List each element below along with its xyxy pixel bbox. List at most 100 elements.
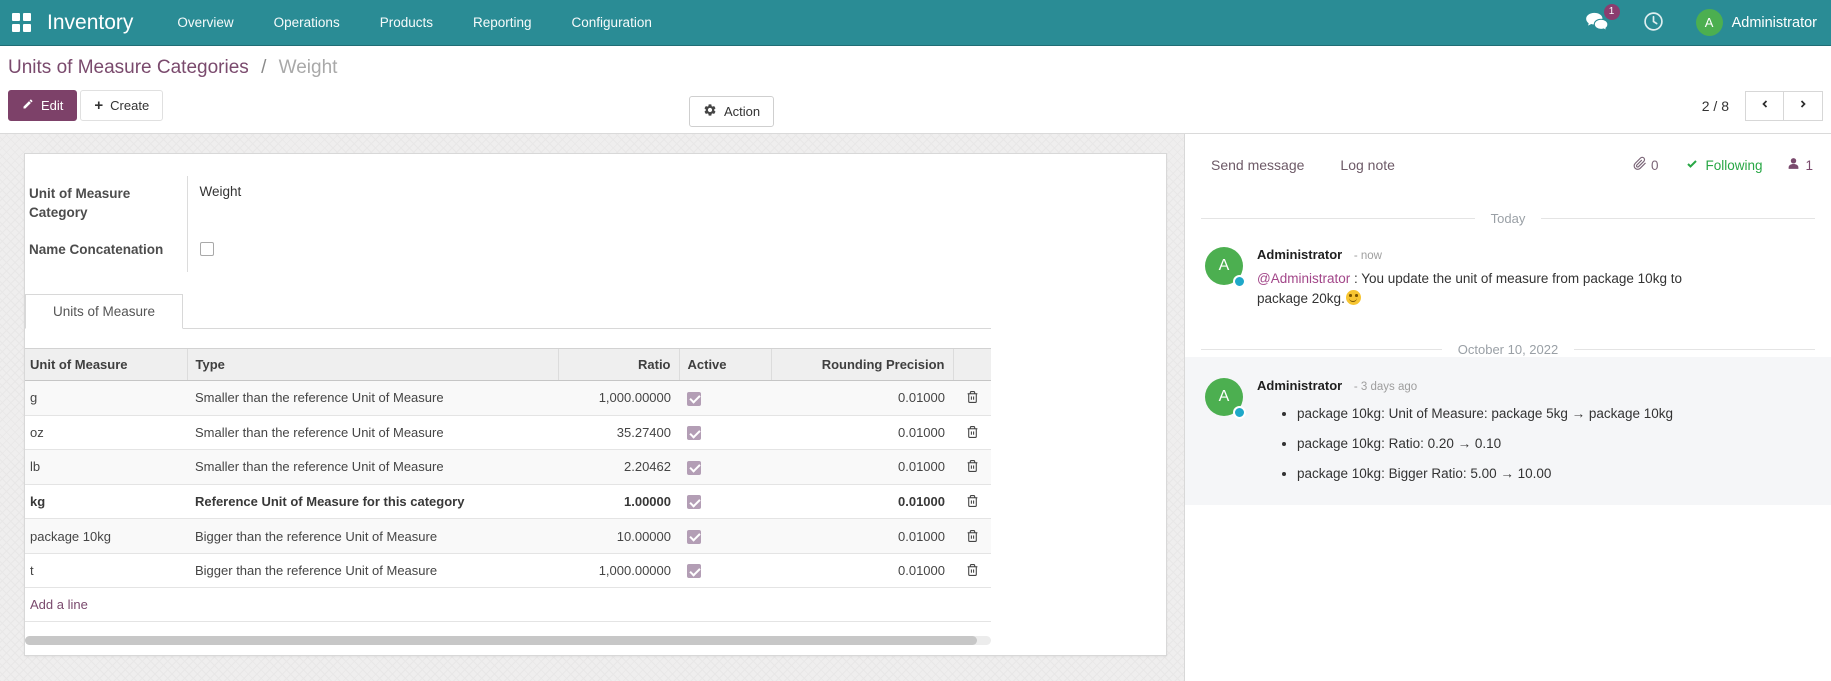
table-row[interactable]: kg Reference Unit of Measure for this ca… <box>25 484 991 519</box>
notebook-tabs: Units of Measure <box>25 294 991 329</box>
table-header-row: Unit of Measure Type Ratio Active Roundi… <box>25 349 991 381</box>
scrollbar-thumb[interactable] <box>25 636 977 645</box>
nav-item-operations[interactable]: Operations <box>274 15 340 30</box>
col-header-type[interactable]: Type <box>187 349 558 381</box>
breadcrumb-parent-link[interactable]: Units of Measure Categories <box>8 57 249 78</box>
mention-link[interactable]: @Administrator <box>1257 271 1350 286</box>
person-icon <box>1787 157 1800 173</box>
active-checkbox <box>687 426 701 440</box>
active-checkbox <box>687 530 701 544</box>
table-row[interactable]: g Smaller than the reference Unit of Mea… <box>25 381 991 416</box>
gear-icon <box>703 103 717 120</box>
tracking-change-item: package 10kg: Bigger Ratio: 5.00 → 10.00 <box>1297 459 1813 489</box>
add-a-line-link[interactable]: Add a line <box>30 597 88 612</box>
uom-list-table: Unit of Measure Type Ratio Active Roundi… <box>25 348 991 622</box>
trash-icon <box>966 565 979 580</box>
edit-button[interactable]: Edit <box>8 90 77 121</box>
log-note-button[interactable]: Log note <box>1340 157 1395 173</box>
col-header-rounding[interactable]: Rounding Precision <box>771 349 953 381</box>
delete-row-button[interactable] <box>966 459 979 476</box>
breadcrumb: Units of Measure Categories / Weight <box>8 57 1823 79</box>
tracking-changes-list: package 10kg: Unit of Measure: package 5… <box>1257 399 1813 489</box>
uom-category-value: Weight <box>187 176 447 232</box>
uom-category-label: Unit of Measure Category <box>29 176 187 232</box>
tracking-change-item: package 10kg: Unit of Measure: package 5… <box>1297 399 1813 429</box>
messages-count-badge: 1 <box>1604 4 1620 20</box>
add-a-line-row: Add a line <box>25 588 991 622</box>
nav-item-products[interactable]: Products <box>380 15 433 30</box>
field-group: Unit of Measure Category Weight Name Con… <box>29 176 447 272</box>
form-background: Unit of Measure Category Weight Name Con… <box>0 134 1184 681</box>
paperclip-icon <box>1633 156 1647 174</box>
pager-count[interactable]: 2 / 8 <box>1702 98 1729 114</box>
col-header-active[interactable]: Active <box>679 349 771 381</box>
name-concatenation-checkbox <box>200 242 214 256</box>
table-row[interactable]: package 10kg Bigger than the reference U… <box>25 519 991 554</box>
active-checkbox <box>687 392 701 406</box>
create-button[interactable]: + Create <box>80 90 163 121</box>
online-status-dot <box>1233 275 1246 288</box>
col-header-ratio[interactable]: Ratio <box>558 349 679 381</box>
trash-icon <box>966 461 979 476</box>
send-message-button[interactable]: Send message <box>1211 157 1304 173</box>
chatter-toolbar: Send message Log note 0 Following 1 <box>1185 134 1831 184</box>
followers-count: 1 <box>1805 158 1813 173</box>
col-header-uom[interactable]: Unit of Measure <box>25 349 187 381</box>
breadcrumb-current: Weight <box>279 57 338 78</box>
date-divider: Today <box>1201 211 1815 226</box>
user-menu[interactable]: A Administrator <box>1696 9 1817 36</box>
clock-icon <box>1643 11 1664 35</box>
messages-button[interactable]: 1 <box>1585 12 1609 34</box>
attachments-button[interactable]: 0 <box>1633 156 1659 174</box>
pager-previous-button[interactable] <box>1745 91 1784 121</box>
delete-row-button[interactable] <box>966 390 979 407</box>
tab-units-of-measure[interactable]: Units of Measure <box>25 294 183 329</box>
delete-row-button[interactable] <box>966 425 979 442</box>
message-time: - now <box>1354 250 1382 262</box>
active-checkbox <box>687 564 701 578</box>
breadcrumb-separator: / <box>254 57 273 78</box>
horizontal-scrollbar[interactable] <box>25 636 991 645</box>
nav-item-configuration[interactable]: Configuration <box>572 15 652 30</box>
date-divider: October 10, 2022 <box>1201 342 1815 357</box>
delete-row-button[interactable] <box>966 563 979 580</box>
nav-item-reporting[interactable]: Reporting <box>473 15 532 30</box>
pager <box>1745 91 1823 121</box>
pager-next-button[interactable] <box>1784 91 1823 121</box>
main-menu: Overview Operations Products Reporting C… <box>177 15 651 30</box>
trash-icon <box>966 392 979 407</box>
message-time: - 3 days ago <box>1354 381 1417 393</box>
trash-icon <box>966 427 979 442</box>
message-text: @Administrator : You update the unit of … <box>1257 269 1702 309</box>
app-name-menu[interactable]: Inventory <box>47 11 133 35</box>
name-concatenation-label: Name Concatenation <box>29 232 187 272</box>
user-name: Administrator <box>1732 15 1817 31</box>
table-row[interactable]: oz Smaller than the reference Unit of Me… <box>25 415 991 450</box>
chatter-message: A Administrator - now @Administrator : Y… <box>1185 226 1831 315</box>
followers-button[interactable]: 1 <box>1787 157 1813 173</box>
pencil-icon <box>22 98 34 113</box>
form-sheet: Unit of Measure Category Weight Name Con… <box>24 153 1167 656</box>
col-header-delete <box>953 349 991 381</box>
check-icon <box>1685 158 1699 173</box>
online-status-dot <box>1233 406 1246 419</box>
activities-button[interactable] <box>1643 11 1664 35</box>
plus-icon: + <box>94 98 103 113</box>
chatter-panel: Send message Log note 0 Following 1 <box>1184 134 1831 681</box>
delete-row-button[interactable] <box>966 494 979 511</box>
attachments-count: 0 <box>1651 158 1659 173</box>
nav-item-overview[interactable]: Overview <box>177 15 233 30</box>
active-checkbox <box>687 495 701 509</box>
chatter-message: A Administrator - 3 days ago package 10k… <box>1185 357 1831 505</box>
delete-row-button[interactable] <box>966 529 979 546</box>
action-button[interactable]: Action <box>689 96 774 127</box>
trash-icon <box>966 496 979 511</box>
following-button[interactable]: Following <box>1685 158 1762 173</box>
apps-grid-icon[interactable] <box>12 13 31 32</box>
trash-icon <box>966 531 979 546</box>
message-author: Administrator <box>1257 378 1342 393</box>
user-avatar: A <box>1696 9 1723 36</box>
table-row[interactable]: lb Smaller than the reference Unit of Me… <box>25 450 991 485</box>
control-panel: Units of Measure Categories / Weight Edi… <box>0 46 1831 134</box>
table-row[interactable]: t Bigger than the reference Unit of Meas… <box>25 553 991 588</box>
